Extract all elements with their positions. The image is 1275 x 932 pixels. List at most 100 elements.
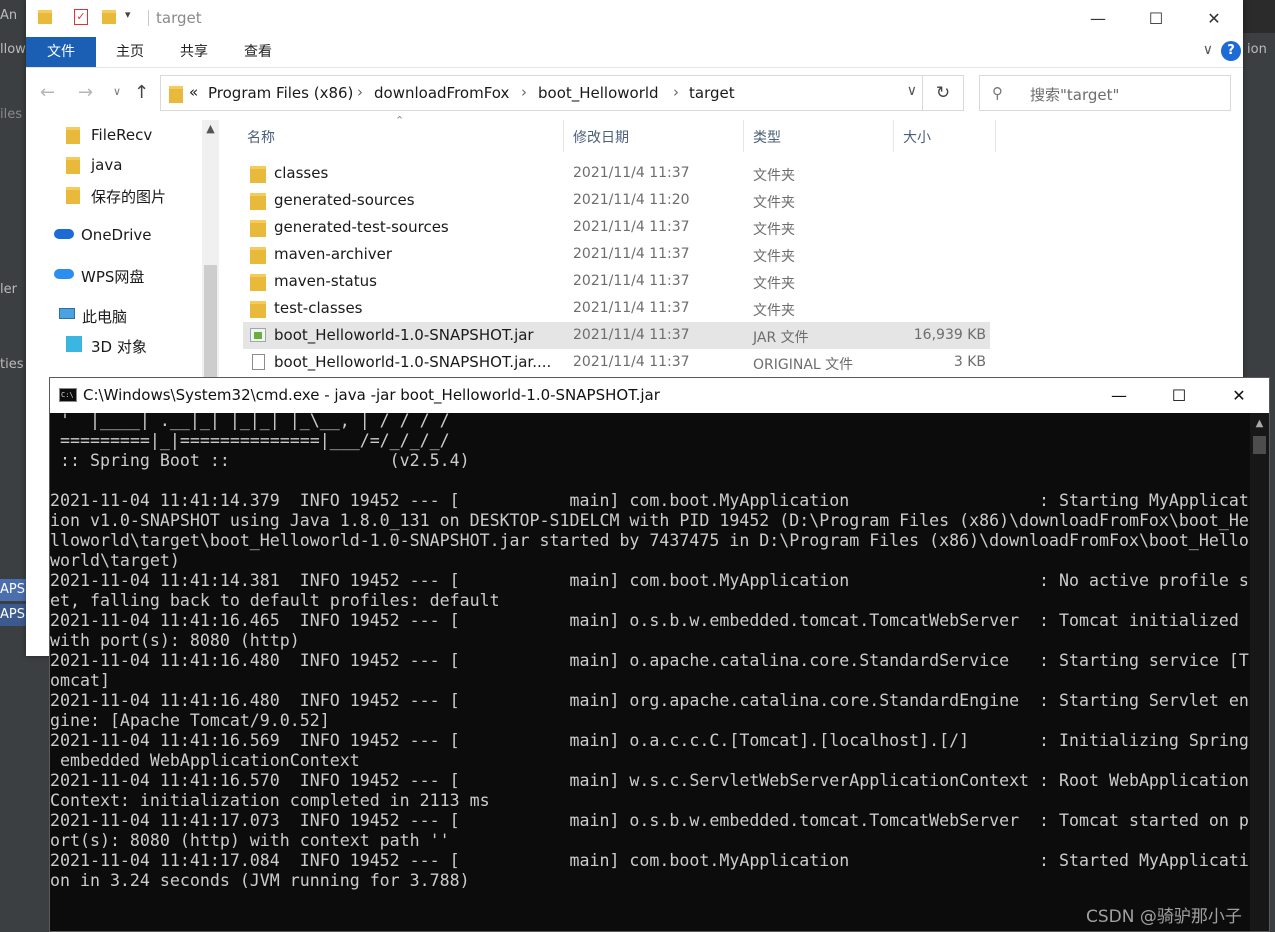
navigation-bar: ← → ∨ ↑ « Program Files (x86) › download… xyxy=(26,68,1243,120)
column-header-size[interactable]: 大小 xyxy=(903,127,931,147)
customize-toolbar-icon[interactable]: ▾ xyxy=(125,8,139,22)
file-row-selected[interactable]: boot_Helloworld-1.0-SNAPSHOT.jar 2021/11… xyxy=(243,322,990,349)
recent-locations-icon[interactable]: ∨ xyxy=(113,85,121,98)
chevron-right-icon[interactable]: › xyxy=(673,83,679,101)
ide-tab[interactable]: APS xyxy=(0,604,26,626)
chevron-right-icon[interactable]: › xyxy=(521,83,527,101)
file-name: maven-status xyxy=(274,272,377,290)
tab-home[interactable]: 主页 xyxy=(104,37,156,67)
breadcrumb-item[interactable]: boot_Helloworld xyxy=(538,84,659,102)
new-folder-icon[interactable] xyxy=(102,10,116,24)
column-header-date[interactable]: 修改日期 xyxy=(573,127,629,147)
file-row[interactable]: test-classes 2021/11/4 11:37 文件夹 xyxy=(243,295,990,322)
close-button[interactable]: ✕ xyxy=(1185,0,1243,37)
file-name: generated-test-sources xyxy=(274,218,449,236)
maximize-button[interactable]: ☐ xyxy=(1149,378,1209,413)
cmd-title-bar[interactable]: C:\ C:\Windows\System32\cmd.exe - java -… xyxy=(50,378,1269,413)
file-name: classes xyxy=(274,164,329,182)
wps-cloud-icon xyxy=(54,269,74,279)
breadcrumb-item[interactable]: target xyxy=(689,84,735,102)
column-header-name[interactable]: 名称 xyxy=(247,127,275,147)
scrollbar-thumb[interactable] xyxy=(204,265,217,391)
address-bar[interactable]: « Program Files (x86) › downloadFromFox … xyxy=(160,75,964,111)
chevron-down-icon[interactable]: ∨ xyxy=(1203,42,1213,58)
file-row[interactable]: maven-archiver 2021/11/4 11:37 文件夹 xyxy=(243,241,990,268)
search-input[interactable]: ⚲ 搜索"target" xyxy=(979,75,1231,111)
console-scrollbar[interactable]: ▲ xyxy=(1250,413,1269,931)
minimize-button[interactable]: — xyxy=(1069,0,1127,37)
explorer-title-bar[interactable]: ✓ ▾ target — ☐ ✕ xyxy=(26,0,1243,37)
nav-item-label: 保存的图片 xyxy=(91,188,167,206)
file-row[interactable]: generated-sources 2021/11/4 11:20 文件夹 xyxy=(243,187,990,214)
folder-icon xyxy=(250,247,266,264)
forward-arrow-icon[interactable]: → xyxy=(78,82,93,103)
folder-icon xyxy=(38,10,52,24)
file-row[interactable]: classes 2021/11/4 11:37 文件夹 xyxy=(243,160,990,187)
nav-item-label: WPS网盘 xyxy=(81,268,145,286)
ide-right-panel: ion xyxy=(1243,0,1275,380)
folder-icon xyxy=(250,166,266,183)
file-date: 2021/11/4 11:37 xyxy=(573,354,690,370)
tab-file[interactable]: 文件 xyxy=(26,37,96,67)
console-line: ort(s): 8080 (http) with context path '' xyxy=(50,831,450,850)
document-icon xyxy=(252,354,265,370)
nav-item-label: 此电脑 xyxy=(82,308,128,326)
tab-share[interactable]: 共享 xyxy=(168,37,220,67)
folder-icon xyxy=(250,274,266,291)
console-line: 2021-11-04 11:41:16.480 INFO 19452 --- [… xyxy=(50,651,1249,670)
console-line: 2021-11-04 11:41:16.465 INFO 19452 --- [… xyxy=(50,611,1249,630)
folder-icon xyxy=(66,157,80,174)
breadcrumb-item[interactable]: Program Files (x86) xyxy=(208,84,353,102)
search-placeholder: 搜索"target" xyxy=(1030,86,1120,104)
ide-text: iles xyxy=(0,107,22,122)
3d-objects-icon xyxy=(66,336,82,352)
ide-text: llow xyxy=(0,42,26,57)
file-name: maven-archiver xyxy=(274,245,393,263)
ide-text: An xyxy=(0,8,18,23)
breadcrumb-item[interactable]: downloadFromFox xyxy=(374,84,509,102)
file-date: 2021/11/4 11:37 xyxy=(573,219,690,235)
cmd-window-title: C:\Windows\System32\cmd.exe - java -jar … xyxy=(83,386,660,404)
onedrive-cloud-icon xyxy=(54,229,74,239)
file-type: 文件夹 xyxy=(753,222,795,238)
scroll-up-arrow-icon[interactable]: ▲ xyxy=(202,122,219,135)
ide-tab[interactable]: APS xyxy=(0,579,26,601)
minimize-button[interactable]: — xyxy=(1089,378,1149,413)
help-icon[interactable]: ? xyxy=(1221,41,1241,61)
file-name: test-classes xyxy=(274,299,363,317)
list-header: ⌃ 名称 修改日期 类型 大小 xyxy=(243,114,998,152)
back-arrow-icon[interactable]: ← xyxy=(40,82,55,103)
file-row[interactable]: boot_Helloworld-1.0-SNAPSHOT.jar.... 202… xyxy=(243,349,990,376)
console-line: Context: initialization completed in 211… xyxy=(50,791,490,810)
console-output[interactable]: ' |____| .__|_| |_|_| |_\__, | / / / / =… xyxy=(50,413,1250,931)
column-header-type[interactable]: 类型 xyxy=(753,127,781,147)
console-line: world\target) xyxy=(50,551,180,570)
properties-icon[interactable]: ✓ xyxy=(74,9,88,25)
close-button[interactable]: ✕ xyxy=(1209,378,1269,413)
maximize-button[interactable]: ☐ xyxy=(1127,0,1185,37)
file-row[interactable]: generated-test-sources 2021/11/4 11:37 文… xyxy=(243,214,990,241)
folder-icon xyxy=(169,86,183,103)
console-line: 2021-11-04 11:41:17.073 INFO 19452 --- [… xyxy=(50,811,1249,830)
file-name: boot_Helloworld-1.0-SNAPSHOT.jar xyxy=(274,326,534,344)
ide-text: ler xyxy=(0,282,17,297)
address-dropdown-icon[interactable]: ∨ xyxy=(907,83,917,99)
up-arrow-icon[interactable]: ↑ xyxy=(134,82,149,103)
file-row[interactable]: maven-status 2021/11/4 11:37 文件夹 xyxy=(243,268,990,295)
scroll-up-arrow-icon[interactable]: ▲ xyxy=(1250,418,1269,429)
cmd-window: C:\ C:\Windows\System32\cmd.exe - java -… xyxy=(49,377,1270,932)
folder-icon xyxy=(250,301,266,318)
tab-view[interactable]: 查看 xyxy=(232,37,284,67)
scrollbar-thumb[interactable] xyxy=(1253,436,1266,454)
console-line: with port(s): 8080 (http) xyxy=(50,631,300,650)
breadcrumb-overflow[interactable]: « xyxy=(189,83,198,101)
console-line: =========|_|==============|___/=/_/_/_/ xyxy=(50,431,450,450)
folder-icon xyxy=(66,187,80,204)
file-size: 3 KB xyxy=(953,354,986,370)
file-date: 2021/11/4 11:37 xyxy=(573,165,690,181)
refresh-icon[interactable]: ↻ xyxy=(922,76,963,110)
file-type: 文件夹 xyxy=(753,303,795,319)
console-line: 2021-11-04 11:41:16.480 INFO 19452 --- [… xyxy=(50,691,1249,710)
file-type: JAR 文件 xyxy=(753,330,809,346)
chevron-right-icon[interactable]: › xyxy=(357,83,363,101)
